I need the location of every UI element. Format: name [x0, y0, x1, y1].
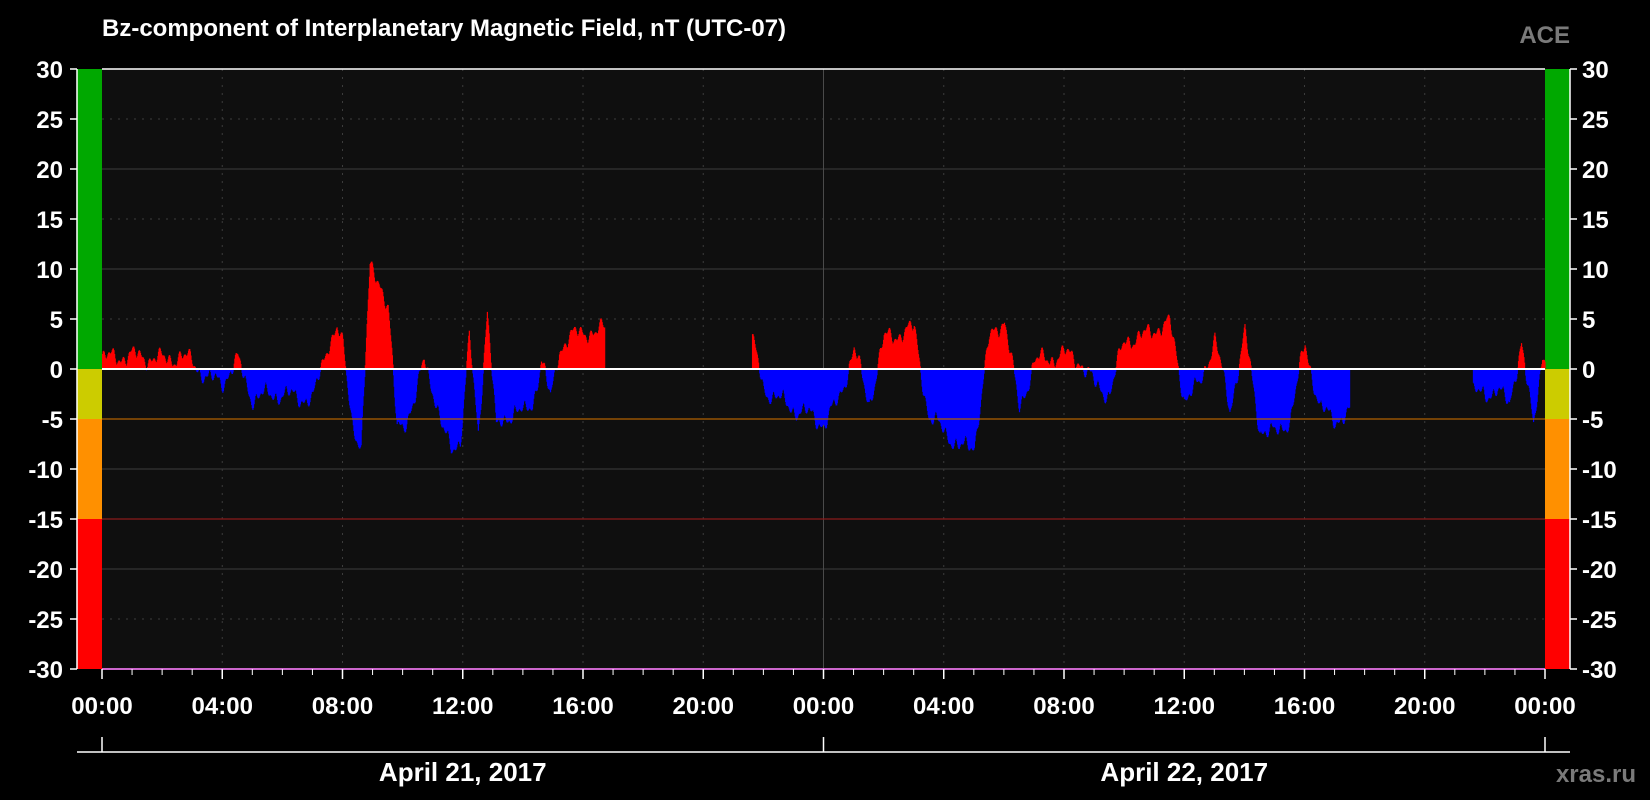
bz-bar	[1544, 361, 1546, 369]
y-tick-label-right: -20	[1582, 557, 1617, 584]
zone-bar-left	[77, 69, 102, 369]
x-tick-label: 20:00	[673, 693, 734, 720]
x-tick-label: 00:00	[71, 693, 132, 720]
x-tick-label: 00:00	[1514, 693, 1575, 720]
x-tick-label: 08:00	[1033, 693, 1094, 720]
y-tick-label-right: 25	[1582, 107, 1609, 134]
y-tick-label-left: -20	[28, 557, 63, 584]
y-tick-label-right: 30	[1582, 57, 1609, 84]
date-label: April 22, 2017	[1100, 757, 1268, 787]
y-tick-label-right: 5	[1582, 307, 1595, 334]
zone-bar-left	[77, 519, 102, 669]
x-tick-label: 04:00	[192, 693, 253, 720]
y-tick-label-right: -15	[1582, 507, 1617, 534]
x-tick-label: 00:00	[793, 693, 854, 720]
zone-bar-left	[77, 419, 102, 519]
chart-title: Bz-component of Interplanetary Magnetic …	[102, 15, 786, 42]
y-tick-label-left: -25	[28, 607, 63, 634]
bz-bar	[1348, 369, 1351, 408]
y-tick-label-right: -5	[1582, 407, 1603, 434]
date-label: April 21, 2017	[379, 757, 547, 787]
bz-bar	[465, 369, 467, 378]
y-tick-label-left: 30	[36, 57, 63, 84]
y-tick-label-right: -30	[1582, 657, 1617, 684]
y-tick-label-right: -25	[1582, 607, 1617, 634]
bz-chart: Bz-component of Interplanetary Magnetic …	[0, 0, 1650, 800]
y-tick-label-right: -10	[1582, 457, 1617, 484]
zone-bar-right	[1545, 419, 1570, 519]
source-label: ACE	[1519, 22, 1570, 49]
x-tick-label: 08:00	[312, 693, 373, 720]
y-tick-label-left: 0	[50, 357, 63, 384]
y-tick-label-left: 10	[36, 257, 63, 284]
zone-bar-right	[1545, 369, 1570, 419]
x-tick-label: 16:00	[1274, 693, 1335, 720]
y-tick-label-right: 0	[1582, 357, 1595, 384]
zone-bar-right	[1545, 69, 1570, 369]
y-tick-label-right: 15	[1582, 207, 1609, 234]
bz-bar	[604, 327, 606, 369]
x-tick-label: 12:00	[432, 693, 493, 720]
y-tick-label-left: -5	[42, 407, 63, 434]
x-tick-label: 04:00	[913, 693, 974, 720]
y-tick-label-left: -15	[28, 507, 63, 534]
zone-bar-left	[77, 369, 102, 419]
y-tick-label-right: 20	[1582, 157, 1609, 184]
y-tick-label-left: -10	[28, 457, 63, 484]
bz-bar	[364, 369, 366, 378]
x-tick-label: 16:00	[552, 693, 613, 720]
y-tick-label-left: 20	[36, 157, 63, 184]
y-tick-label-left: 5	[50, 307, 63, 334]
zone-bar-right	[1545, 519, 1570, 669]
x-tick-label: 12:00	[1154, 693, 1215, 720]
x-tick-label: 20:00	[1394, 693, 1455, 720]
y-tick-label-left: -30	[28, 657, 63, 684]
y-tick-label-left: 25	[36, 107, 63, 134]
y-tick-label-left: 15	[36, 207, 63, 234]
watermark: xras.ru	[1556, 761, 1636, 788]
y-tick-label-right: 10	[1582, 257, 1609, 284]
